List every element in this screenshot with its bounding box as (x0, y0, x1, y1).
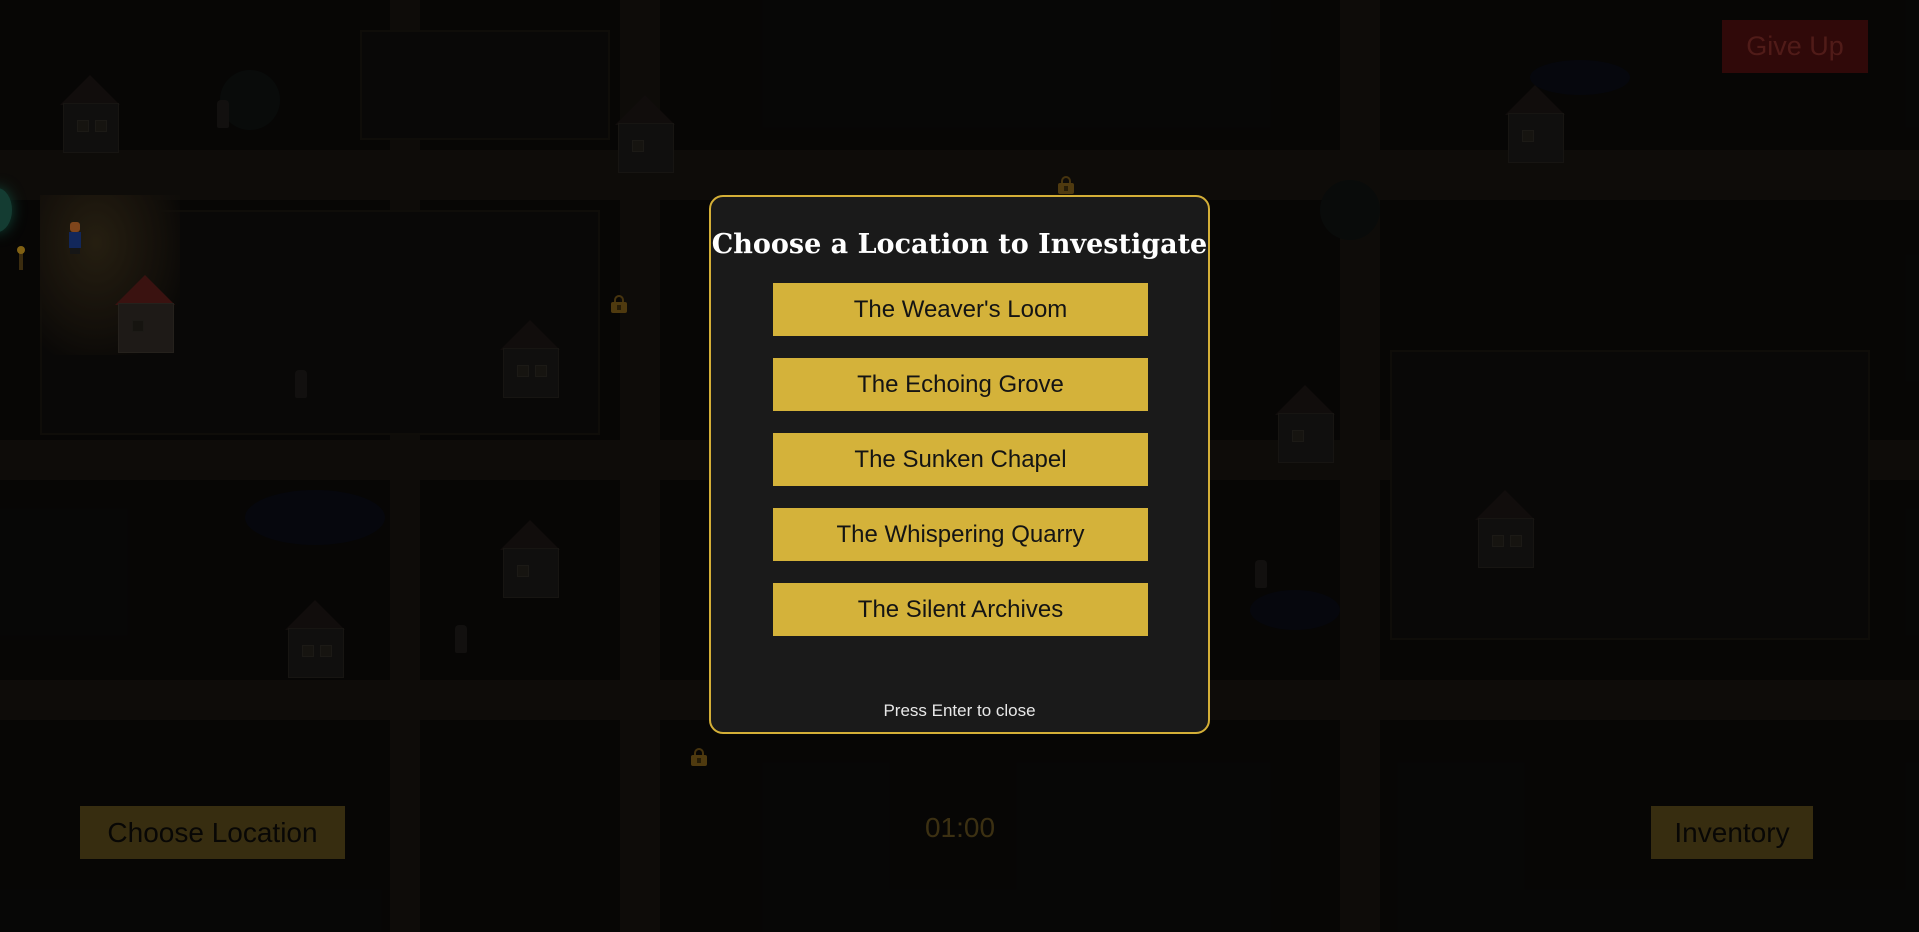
location-picker-dialog: Choose a Location to Investigate The Wea… (709, 195, 1210, 734)
close-hint: Press Enter to close (883, 701, 1036, 720)
location-button-sunken-chapel[interactable]: The Sunken Chapel (773, 433, 1148, 486)
location-button-echoing-grove[interactable]: The Echoing Grove (773, 358, 1148, 411)
game-stage: Give Up Choose Location 01:00 Inventory … (0, 0, 1919, 932)
dialog-title: Choose a Location to Investigate (711, 229, 1208, 260)
location-button-silent-archives[interactable]: The Silent Archives (773, 583, 1148, 636)
location-list: The Weaver's Loom The Echoing Grove The … (773, 283, 1148, 658)
location-button-weavers-loom[interactable]: The Weaver's Loom (773, 283, 1148, 336)
location-button-whispering-quarry[interactable]: The Whispering Quarry (773, 508, 1148, 561)
